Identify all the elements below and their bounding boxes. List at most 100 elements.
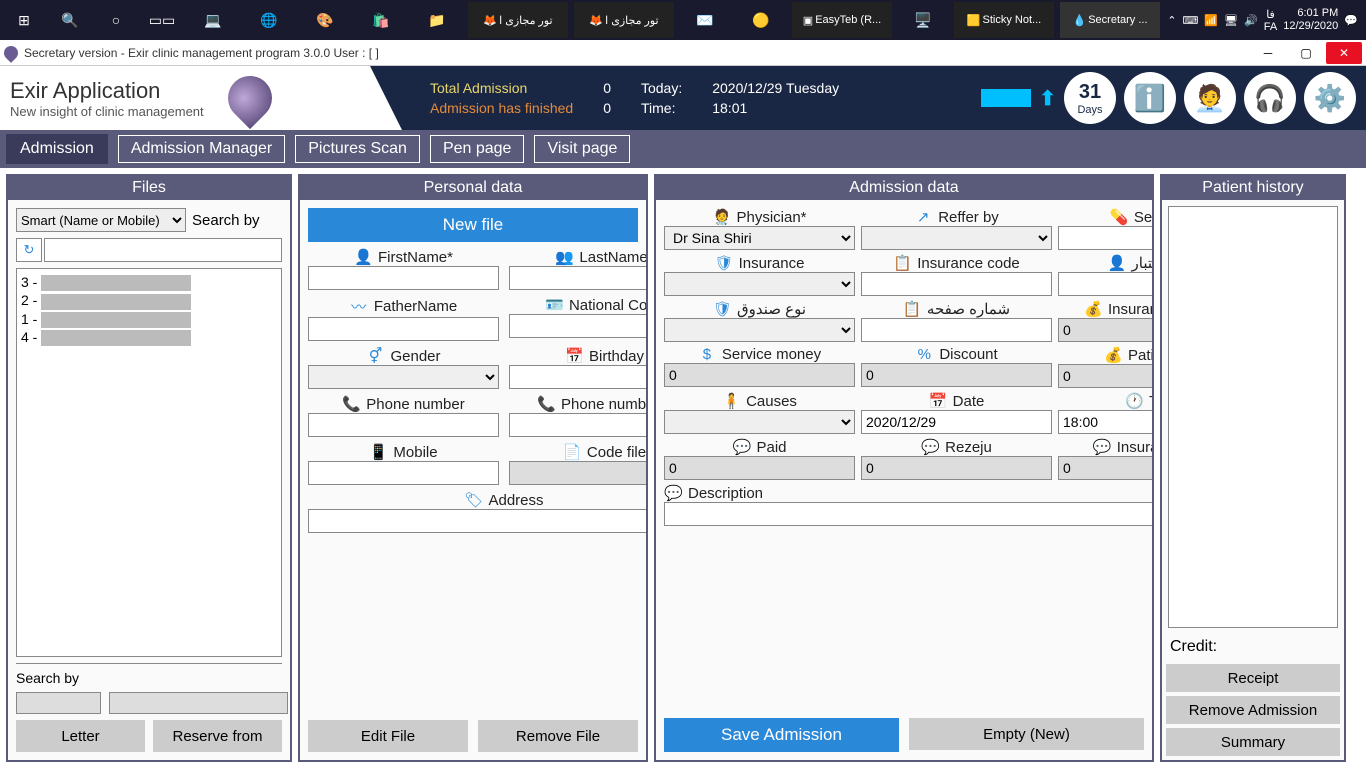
physician-select[interactable]: Dr Sina Shiri xyxy=(664,226,855,250)
phone2-input[interactable] xyxy=(509,413,646,437)
search-input[interactable] xyxy=(44,238,282,262)
taskbar-app[interactable]: 💻 xyxy=(188,2,238,38)
receipt-button[interactable]: Receipt xyxy=(1166,664,1340,692)
services-input[interactable] xyxy=(1058,226,1152,250)
taskbar-app[interactable]: ▣ EasyTeb (R... xyxy=(792,2,892,38)
save-admission-button[interactable]: Save Admission xyxy=(664,718,899,752)
time-input[interactable] xyxy=(1058,410,1152,434)
expiry-input[interactable] xyxy=(1058,272,1152,296)
taskbar-app[interactable]: 🖥️ xyxy=(898,2,948,38)
minimize-button[interactable]: ─ xyxy=(1250,42,1286,64)
credit-label: Credit: xyxy=(1162,634,1344,660)
search-icon[interactable]: 🔍 xyxy=(50,2,90,38)
taskbar: ⊞ 🔍 ○ ▭▭ 💻 🌐 🎨 🛍️ 📁 🦊 تور مجازی ا 🦊 تور … xyxy=(0,0,1366,40)
tray-lang[interactable]: فا FA xyxy=(1264,8,1277,33)
service-money-input[interactable] xyxy=(664,363,855,387)
insurance-code-input[interactable] xyxy=(861,272,1052,296)
admission-header: Admission data xyxy=(656,176,1152,200)
insurance-money-input[interactable] xyxy=(1058,318,1152,342)
causes-select[interactable] xyxy=(664,410,855,434)
fund-type-select[interactable] xyxy=(664,318,855,342)
new-file-button[interactable]: New file xyxy=(308,208,638,242)
history-header: Patient history xyxy=(1162,176,1344,200)
discount-input[interactable] xyxy=(861,363,1052,387)
father-name-input[interactable] xyxy=(308,317,499,341)
tray-clock[interactable]: 6:01 PM 12/29/2020 xyxy=(1283,7,1338,33)
history-panel: Patient history Credit: Receipt Remove A… xyxy=(1160,174,1346,762)
days-button[interactable]: 31 Days xyxy=(1064,72,1116,124)
code-file-input[interactable] xyxy=(509,461,646,485)
patient-pay-input[interactable] xyxy=(1058,364,1152,388)
taskbar-app[interactable]: 📁 xyxy=(412,2,462,38)
taskbar-app[interactable]: 🌐 xyxy=(244,2,294,38)
arrow-up-icon[interactable]: ⬆ xyxy=(1039,86,1056,111)
tab-pen-page[interactable]: Pen page xyxy=(430,135,525,163)
reserve-from-button[interactable]: Reserve from xyxy=(153,720,282,752)
mobile-icon: 📱 xyxy=(369,443,387,461)
rezeju-input[interactable] xyxy=(861,456,1052,480)
today-value: 2020/12/29 Tuesday xyxy=(712,80,839,96)
taskbar-app[interactable]: 💧 Secretary ... xyxy=(1060,2,1160,38)
support-button[interactable]: 🎧 xyxy=(1244,72,1296,124)
remove-admission-button[interactable]: Remove Admission xyxy=(1166,696,1340,724)
causes-icon: 🧍 xyxy=(722,392,740,410)
history-list[interactable] xyxy=(1168,206,1338,628)
last-name-input[interactable] xyxy=(509,266,646,290)
edit-file-button[interactable]: Edit File xyxy=(308,720,468,752)
first-name-input[interactable] xyxy=(308,266,499,290)
paid-input[interactable] xyxy=(664,456,855,480)
info-button[interactable]: ℹ️ xyxy=(1124,72,1176,124)
tab-admission-manager[interactable]: Admission Manager xyxy=(118,135,285,163)
letter-button[interactable]: Letter xyxy=(16,720,145,752)
tray-volume-icon[interactable]: 🔊 xyxy=(1244,14,1258,27)
tray-battery-icon[interactable]: 🖥 xyxy=(1224,14,1238,27)
date-input[interactable] xyxy=(861,410,1052,434)
tab-visit-page[interactable]: Visit page xyxy=(534,135,630,163)
list-item: 3 - xyxy=(21,273,277,291)
settings-button[interactable]: ⚙️ xyxy=(1304,72,1356,124)
calendar-icon: 📅 xyxy=(565,347,583,365)
summary-button[interactable]: Summary xyxy=(1166,728,1340,756)
start-icon[interactable]: ⊞ xyxy=(4,2,44,38)
address-input[interactable] xyxy=(308,509,646,533)
files-panel: Files Smart (Name or Mobile) Search by ↻… xyxy=(6,174,292,762)
gender-select[interactable] xyxy=(308,365,499,389)
progress-indicator xyxy=(981,89,1031,107)
tray-chevron-icon[interactable]: ⌃ xyxy=(1167,14,1176,27)
taskbar-app[interactable]: 🛍️ xyxy=(356,2,406,38)
search-input-a[interactable] xyxy=(16,692,101,714)
taskbar-app[interactable]: 🦊 تور مجازی ا xyxy=(574,2,674,38)
maximize-button[interactable]: ▢ xyxy=(1288,42,1324,64)
tab-admission[interactable]: Admission xyxy=(6,134,108,164)
tray-keyboard-icon[interactable]: ⌨ xyxy=(1183,14,1199,27)
description-input[interactable] xyxy=(664,502,1152,526)
birthday-input[interactable] xyxy=(509,365,646,389)
phone1-input[interactable] xyxy=(308,413,499,437)
tray-notifications-icon[interactable]: 💬 xyxy=(1344,14,1358,27)
insurance-plus-input[interactable] xyxy=(1058,456,1152,480)
national-code-input[interactable] xyxy=(509,314,646,338)
page-num-input[interactable] xyxy=(861,318,1052,342)
tab-pictures-scan[interactable]: Pictures Scan xyxy=(295,135,420,163)
empty-new-button[interactable]: Empty (New) xyxy=(909,718,1144,750)
tray-wifi-icon[interactable]: 📶 xyxy=(1204,14,1218,27)
mobile-input[interactable] xyxy=(308,461,499,485)
insurance-select[interactable] xyxy=(664,272,855,296)
reception-button[interactable]: 🧑‍💼 xyxy=(1184,72,1236,124)
search-mode-combo[interactable]: Smart (Name or Mobile) xyxy=(16,208,186,232)
files-header: Files xyxy=(8,176,290,200)
window-title: Secretary version - Exir clinic manageme… xyxy=(24,46,379,60)
taskbar-app[interactable]: 🟡 xyxy=(736,2,786,38)
refresh-button[interactable]: ↻ xyxy=(16,238,42,262)
file-list[interactable]: 3 - 2 - 1 - 4 - xyxy=(16,268,282,657)
cortana-icon[interactable]: ○ xyxy=(96,2,136,38)
remove-file-button[interactable]: Remove File xyxy=(478,720,638,752)
reffer-select[interactable] xyxy=(861,226,1052,250)
close-button[interactable]: ✕ xyxy=(1326,42,1362,64)
taskview-icon[interactable]: ▭▭ xyxy=(142,2,182,38)
taskbar-app[interactable]: 🦊 تور مجازی ا xyxy=(468,2,568,38)
taskbar-app[interactable]: 🟨 Sticky Not... xyxy=(954,2,1054,38)
taskbar-app[interactable]: 🎨 xyxy=(300,2,350,38)
search-input-b[interactable] xyxy=(109,692,288,714)
taskbar-app[interactable]: ✉️ xyxy=(680,2,730,38)
